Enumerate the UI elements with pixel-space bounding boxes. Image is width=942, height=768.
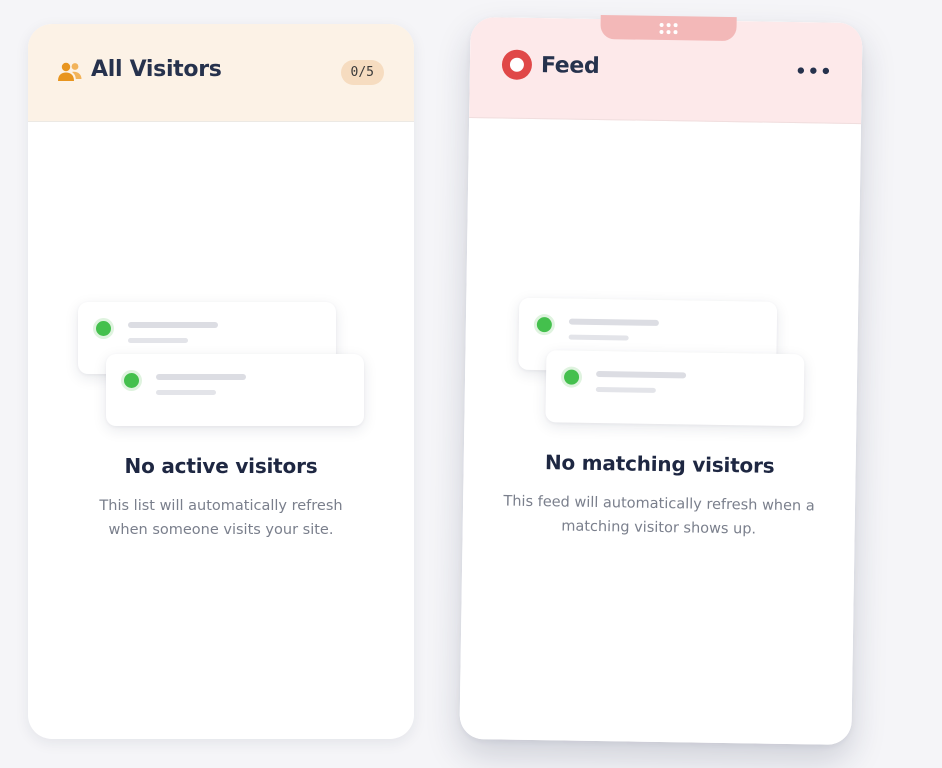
placeholder-line: [595, 386, 656, 393]
empty-state-illustration: [78, 302, 368, 432]
online-dot-icon: [96, 321, 111, 336]
drag-handle[interactable]: [600, 15, 737, 42]
feed-ring-icon: [501, 49, 533, 80]
placeholder-line: [156, 374, 246, 380]
users-icon: [58, 62, 82, 81]
empty-state-title: No active visitors: [124, 454, 318, 478]
feed-panel-body: Feed ••• No matching visitors This feed …: [459, 16, 863, 746]
feed-panel: Feed ••• No matching visitors This feed …: [459, 15, 863, 746]
panel-title: Feed: [540, 53, 600, 79]
placeholder-card: [106, 354, 364, 426]
all-visitors-header: All Visitors 0/5: [28, 24, 414, 122]
placeholder-card: [545, 350, 805, 427]
online-dot-icon: [124, 373, 139, 388]
empty-state-title: No matching visitors: [544, 450, 775, 478]
placeholder-line: [156, 390, 216, 395]
grip-dots-icon: [659, 22, 678, 34]
placeholder-line: [568, 318, 659, 326]
all-visitors-panel: All Visitors 0/5 No active visitors This…: [28, 24, 414, 739]
placeholder-line: [128, 338, 188, 343]
online-dot-icon: [563, 369, 580, 385]
more-options-button[interactable]: •••: [795, 61, 833, 83]
placeholder-line: [596, 370, 687, 379]
empty-state-description: This list will automatically refresh whe…: [99, 498, 343, 538]
empty-state-description: This feed will automatically refresh whe…: [503, 493, 815, 538]
visitor-count-badge: 0/5: [340, 60, 384, 85]
placeholder-line: [568, 334, 629, 341]
online-dot-icon: [536, 317, 552, 333]
panel-title: All Visitors: [91, 57, 222, 82]
empty-state-illustration: [517, 297, 809, 433]
placeholder-line: [128, 322, 218, 328]
